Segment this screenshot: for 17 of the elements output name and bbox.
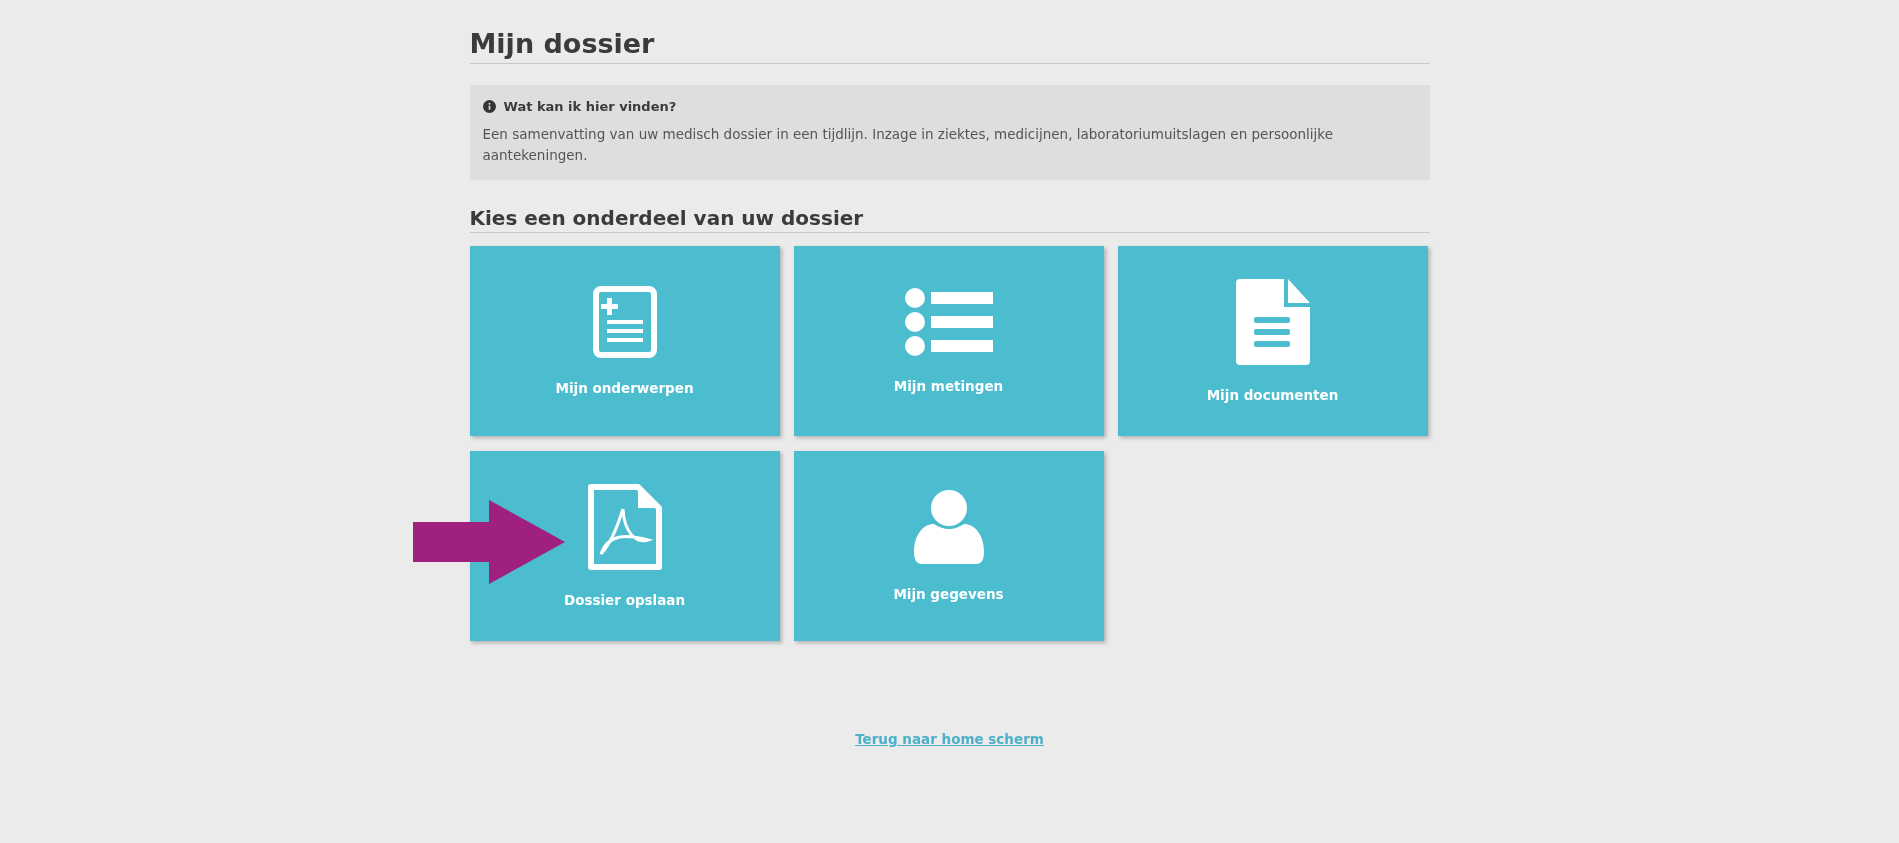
dossier-tile[interactable]: Mijn metingen <box>793 246 1104 436</box>
dossier-tile[interactable]: Dossier opslaan <box>469 451 780 641</box>
dossier-tile[interactable]: Mijn documenten <box>1117 246 1428 436</box>
arrow-annotation-icon <box>412 500 565 584</box>
info-icon <box>482 100 496 113</box>
info-heading: Wat kan ik hier vinden? <box>503 99 677 114</box>
medical-record-icon <box>592 286 657 358</box>
back-link[interactable]: Terug naar home scherm <box>855 731 1044 747</box>
page-title: Mijn dossier <box>469 28 1430 64</box>
document-icon <box>1235 279 1310 365</box>
info-text: Een samenvatting van uw medisch dossier in een tijdlijn. Inzage in ziektes, medicijnen, laboratoriumuitslagen en persoonlijke aantekeningen. <box>482 125 1334 165</box>
pdf-file-icon <box>587 484 662 570</box>
dossier-tile[interactable]: Mijn gegevens <box>793 451 1104 641</box>
section-title: Kies een onderdeel van uw dossier <box>469 206 1430 233</box>
person-icon <box>913 490 984 564</box>
dossier-tile[interactable]: Mijn onderwerpen <box>469 246 780 436</box>
list-icon <box>904 288 993 356</box>
